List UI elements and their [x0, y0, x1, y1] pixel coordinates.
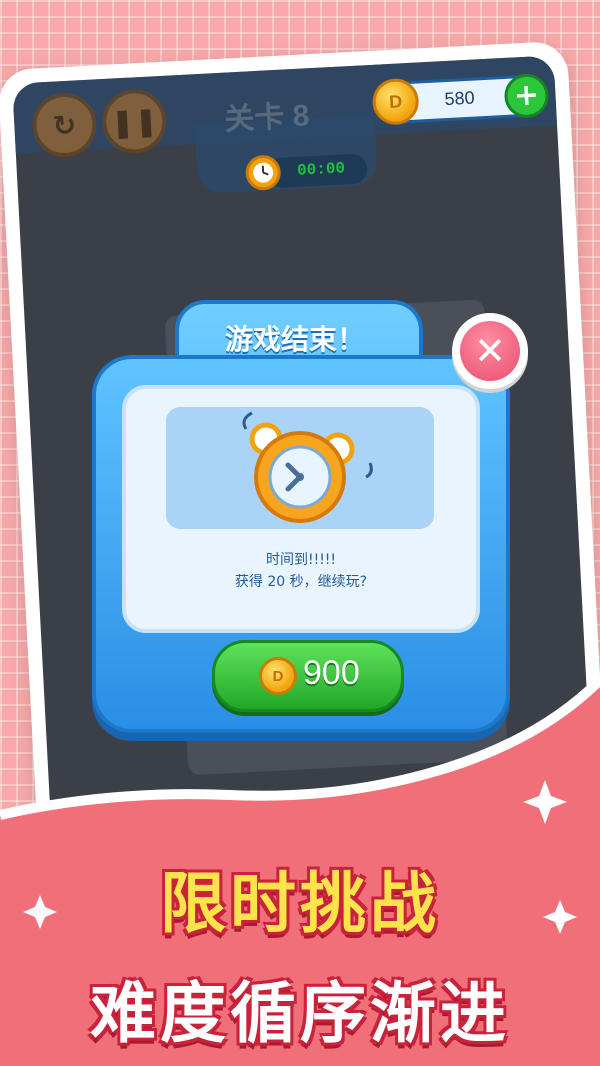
slogan-line2: 难度循序渐进 [90, 975, 510, 1052]
slogan-line1: 限时挑战 [160, 865, 440, 942]
